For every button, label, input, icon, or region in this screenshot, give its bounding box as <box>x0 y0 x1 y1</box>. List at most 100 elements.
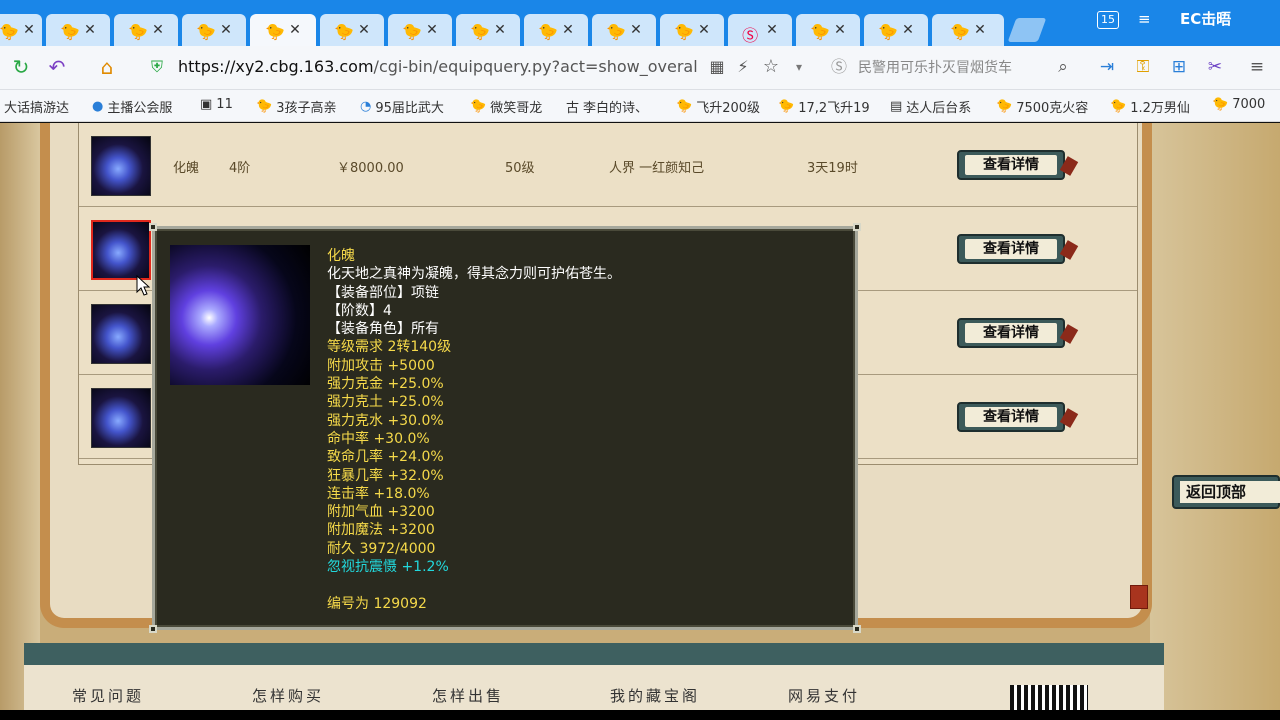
bookmark-item[interactable]: 🐤 7000 <box>1212 97 1265 112</box>
decorative-frame-left <box>0 123 40 710</box>
close-tab-icon[interactable]: ✕ <box>766 23 778 37</box>
bookmark-label: 李白的诗、 <box>583 101 649 116</box>
browser-tab[interactable]: 🐤 ✕ <box>114 14 178 46</box>
close-tab-icon[interactable]: ✕ <box>698 23 710 37</box>
bookmark-item[interactable]: 大话搞游达 <box>4 97 69 116</box>
star-bookmark-icon[interactable]: ☆ <box>758 54 784 80</box>
login-icon[interactable]: ⇥ <box>1094 54 1120 80</box>
bookmark-label: 17,2飞升19 <box>798 101 870 116</box>
new-tab-button[interactable] <box>1007 18 1047 42</box>
equipment-thumbnail[interactable] <box>91 136 151 196</box>
close-tab-icon[interactable]: ✕ <box>289 23 301 37</box>
secure-shield-icon[interactable]: ⛨ <box>144 54 170 80</box>
browser-tab[interactable]: 🐤 ✕ <box>46 14 110 46</box>
browser-tab[interactable]: 🐤 ✕ <box>864 14 928 46</box>
tab-count-badge[interactable]: 15 <box>1097 11 1119 29</box>
browser-tab[interactable]: 🐤 ✕ <box>592 14 656 46</box>
footer-link-netease-pay[interactable]: 网易支付 <box>788 685 860 706</box>
browser-tab[interactable]: 🐤 ✕ <box>456 14 520 46</box>
tooltip-stat: 强力克土 +25.0% <box>327 394 444 411</box>
view-detail-button[interactable]: 查看详情 <box>957 150 1065 180</box>
bookmark-item[interactable]: ▣ 11 <box>200 97 233 112</box>
browser-tab[interactable]: 🐤 ✕ <box>524 14 588 46</box>
close-tab-icon[interactable]: ✕ <box>494 23 506 37</box>
view-detail-label: 查看详情 <box>965 239 1057 259</box>
speed-icon[interactable]: ⚡ <box>730 54 756 80</box>
close-tab-icon[interactable]: ✕ <box>23 23 35 37</box>
address-input[interactable]: https://xy2.cbg.163.com/cgi-bin/equipque… <box>178 57 698 76</box>
browser-tab[interactable]: 🐤 ✕ <box>388 14 452 46</box>
tab-favicon-icon: 🐤 <box>810 22 831 41</box>
bookmark-item[interactable]: ◔ 95届比武大 <box>360 97 444 116</box>
mouse-cursor-icon <box>136 275 150 296</box>
browser-tab[interactable]: 🐤 ✕ <box>182 14 246 46</box>
chick-icon: 🐤 <box>1212 97 1229 112</box>
view-detail-button[interactable]: 查看详情 <box>957 234 1065 264</box>
close-tab-icon[interactable]: ✕ <box>84 23 96 37</box>
translate-icon[interactable]: ⊞ <box>1166 54 1192 80</box>
tab-favicon-icon: 🐤 <box>196 22 217 41</box>
menu-icon[interactable]: ≡ <box>1138 10 1151 28</box>
equipment-image <box>170 245 310 385</box>
bookmark-item[interactable]: 🐤 17,2飞升19 <box>778 97 870 116</box>
close-tab-icon[interactable]: ✕ <box>220 23 232 37</box>
view-detail-label: 查看详情 <box>965 155 1057 175</box>
tooltip-spacer <box>327 576 621 594</box>
qr-code-icon[interactable]: ▦ <box>704 54 730 80</box>
tab-favicon-icon: 🐤 <box>470 22 491 41</box>
browser-tab[interactable]: 🐤 ✕ <box>796 14 860 46</box>
bookmark-item[interactable]: 🐤 微笑哥龙 <box>470 97 542 116</box>
refresh-icon[interactable]: ↻ <box>8 54 34 80</box>
image-icon: ▣ <box>200 97 213 112</box>
more-menu-icon[interactable]: ≡ <box>1244 54 1270 80</box>
item-level-req: 50级 <box>505 161 535 176</box>
bookmark-item[interactable]: 🐤 飞升200级 <box>676 97 760 116</box>
bookmark-item[interactable]: 🐤 3孩子高亲 <box>256 97 336 116</box>
equipment-thumbnail[interactable] <box>91 388 151 448</box>
back-icon[interactable]: ↶ <box>44 54 70 80</box>
key-icon[interactable]: ⚿ <box>1130 54 1156 80</box>
browser-tab[interactable]: 🐤 ✕ <box>0 14 42 46</box>
close-tab-icon[interactable]: ✕ <box>562 23 574 37</box>
chevron-down-icon[interactable]: ▾ <box>786 54 812 80</box>
home-icon[interactable]: ⌂ <box>94 54 120 80</box>
bookmark-label: 飞升200级 <box>696 101 761 116</box>
close-tab-icon[interactable]: ✕ <box>974 23 986 37</box>
bookmark-item[interactable]: ▤ 达人后台系 <box>890 97 971 116</box>
view-detail-button[interactable]: 查看详情 <box>957 318 1065 348</box>
browser-tab[interactable]: 🐤 ✕ <box>320 14 384 46</box>
tab-favicon-icon: 🐤 <box>334 22 355 41</box>
close-tab-icon[interactable]: ✕ <box>152 23 164 37</box>
bookmark-item[interactable]: 🐤 1.2万男仙 <box>1110 97 1190 116</box>
close-tab-icon[interactable]: ✕ <box>358 23 370 37</box>
browser-tab[interactable]: 🐤 ✕ <box>932 14 1004 46</box>
back-to-top-button[interactable]: 返回顶部 <box>1172 475 1280 509</box>
browser-tab[interactable]: 🐤 ✕ <box>660 14 724 46</box>
search-input[interactable]: 民警用可乐扑灭冒烟货车 <box>858 57 1012 77</box>
tooltip-tier: 【阶数】4 <box>327 302 392 319</box>
equipment-thumbnail[interactable] <box>91 304 151 364</box>
bottom-edge <box>0 710 1280 720</box>
chick-icon: 🐤 <box>996 99 1013 114</box>
close-tab-icon[interactable]: ✕ <box>902 23 914 37</box>
close-tab-icon[interactable]: ✕ <box>834 23 846 37</box>
tooltip-corner <box>853 223 861 231</box>
close-tab-icon[interactable]: ✕ <box>630 23 642 37</box>
view-detail-button[interactable]: 查看详情 <box>957 402 1065 432</box>
equipment-thumbnail-hovered[interactable] <box>91 220 151 280</box>
bookmark-item[interactable]: ● 主播公会服 <box>92 97 172 116</box>
bookmark-label: 达人后台系 <box>906 101 972 116</box>
bookmark-item[interactable]: 古李白的诗、 <box>566 97 648 116</box>
footer-link-how-to-sell[interactable]: 怎样出售 <box>432 685 504 706</box>
footer-link-faq[interactable]: 常见问题 <box>72 685 144 706</box>
browser-tab-active[interactable]: 🐤 ✕ <box>250 14 316 46</box>
search-icon[interactable]: ⌕ <box>1050 54 1076 80</box>
browser-tab[interactable]: Ⓢ ✕ <box>728 14 792 46</box>
footer-link-how-to-buy[interactable]: 怎样购买 <box>252 685 324 706</box>
tab-favicon-icon: 🐤 <box>606 22 627 41</box>
tab-favicon-icon: 🐤 <box>60 22 81 41</box>
footer-link-my-treasure[interactable]: 我的藏宝阁 <box>610 685 700 706</box>
close-tab-icon[interactable]: ✕ <box>426 23 438 37</box>
scissors-icon[interactable]: ✂ <box>1202 54 1228 80</box>
bookmark-item[interactable]: 🐤 7500克火容 <box>996 97 1088 116</box>
